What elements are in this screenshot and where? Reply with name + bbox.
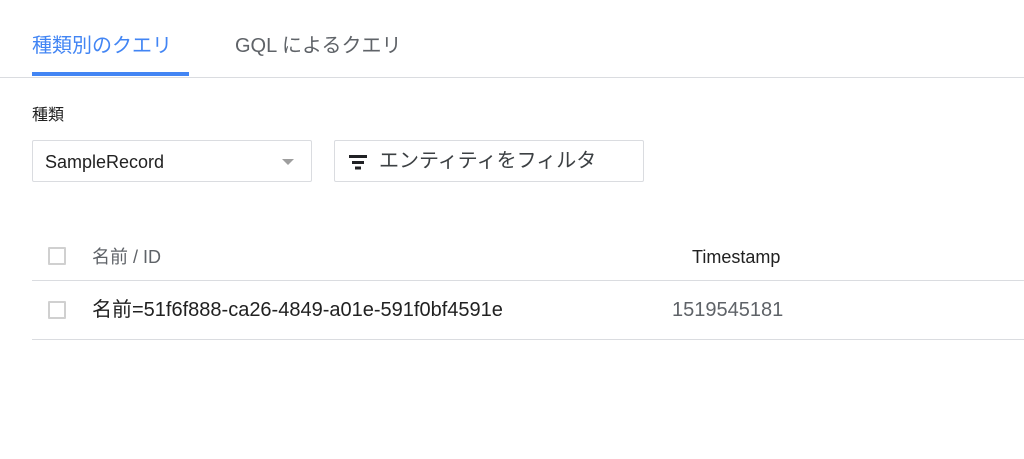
kind-select[interactable]: SampleRecord <box>32 140 312 182</box>
column-header-timestamp[interactable]: Timestamp <box>692 246 780 268</box>
timestamp-cell: 1519545181 <box>672 299 784 321</box>
filter-button-label: エンティティをフィルタ <box>379 150 597 172</box>
tab-query-by-kind[interactable]: 種類別のクエリ <box>32 34 172 58</box>
table-row[interactable]: 名前=51f6f888-ca26-4849-a01e-591f0bf4591e … <box>32 281 1024 340</box>
chevron-down-icon <box>282 159 294 165</box>
query-tabs: 種類別のクエリ GQL によるクエリ <box>0 0 1024 78</box>
kind-select-value: SampleRecord <box>45 152 165 172</box>
tab-query-by-gql[interactable]: GQL によるクエリ <box>235 34 401 58</box>
kind-label: 種類 <box>32 107 65 124</box>
select-all-checkbox[interactable] <box>48 247 66 265</box>
row-checkbox[interactable] <box>48 301 66 319</box>
entity-name-link[interactable]: 名前=51f6f888-ca26-4849-a01e-591f0bf4591e <box>92 298 503 322</box>
filter-icon <box>349 155 367 170</box>
column-header-name-id[interactable]: 名前 / ID <box>92 246 161 268</box>
table-header: 名前 / ID Timestamp <box>32 234 1024 281</box>
active-tab-indicator <box>32 72 189 76</box>
filter-entities-button[interactable]: エンティティをフィルタ <box>334 140 644 182</box>
